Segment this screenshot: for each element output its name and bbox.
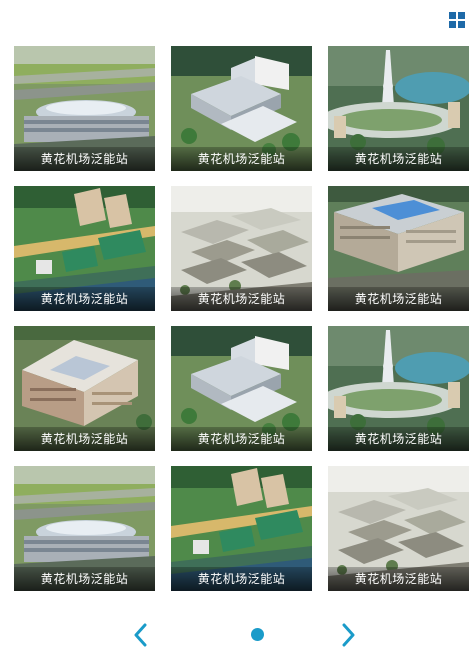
tile-caption: 黄花机场泛能站 (14, 287, 155, 311)
tile-caption: 黄花机场泛能站 (171, 427, 312, 451)
gallery-tile[interactable]: 黄花机场泛能站 (328, 466, 469, 591)
chevron-right-icon[interactable] (336, 622, 360, 648)
grid-cell (449, 21, 456, 28)
pagination (0, 618, 475, 652)
chevron-left-icon[interactable] (129, 622, 153, 648)
grid-cell (458, 12, 465, 19)
page-indicator-dot[interactable] (251, 628, 264, 641)
gallery-tile[interactable]: 黄花机场泛能站 (171, 326, 312, 451)
tile-caption: 黄花机场泛能站 (14, 567, 155, 591)
tile-caption: 黄花机场泛能站 (171, 147, 312, 171)
gallery-tile[interactable]: 黄花机场泛能站 (171, 466, 312, 591)
gallery-tile[interactable]: 黄花机场泛能站 (171, 186, 312, 311)
grid-cell (458, 21, 465, 28)
tile-caption: 黄花机场泛能站 (328, 287, 469, 311)
gallery-tile[interactable]: 黄花机场泛能站 (328, 46, 469, 171)
image-gallery: 黄花机场泛能站 黄花机场泛能站 黄花机场泛能站 黄花机场泛能站 黄花机场泛能站 … (14, 46, 470, 593)
gallery-tile[interactable]: 黄花机场泛能站 (171, 46, 312, 171)
tile-caption: 黄花机场泛能站 (171, 567, 312, 591)
tile-caption: 黄花机场泛能站 (328, 567, 469, 591)
grid-cell (449, 12, 456, 19)
gallery-tile[interactable]: 黄花机场泛能站 (328, 326, 469, 451)
gallery-tile[interactable]: 黄花机场泛能站 (14, 326, 155, 451)
tile-caption: 黄花机场泛能站 (14, 147, 155, 171)
grid-icon[interactable] (449, 12, 465, 28)
gallery-tile[interactable]: 黄花机场泛能站 (14, 186, 155, 311)
tile-caption: 黄花机场泛能站 (171, 287, 312, 311)
tile-caption: 黄花机场泛能站 (14, 427, 155, 451)
tile-caption: 黄花机场泛能站 (328, 147, 469, 171)
gallery-tile[interactable]: 黄花机场泛能站 (14, 466, 155, 591)
tile-caption: 黄花机场泛能站 (328, 427, 469, 451)
gallery-tile[interactable]: 黄花机场泛能站 (14, 46, 155, 171)
gallery-tile[interactable]: 黄花机场泛能站 (328, 186, 469, 311)
